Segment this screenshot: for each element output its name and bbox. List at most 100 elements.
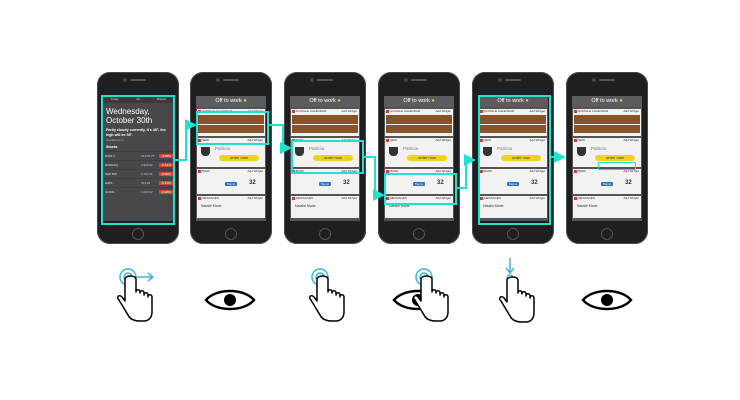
phone-6: Off to work ● GOOGLE CALENDAR Add Widget … — [566, 72, 648, 244]
speaker — [130, 79, 146, 81]
calendar-header: GOOGLE CALENDAR Add Widget — [385, 109, 453, 114]
screen-title-text: Off to work — [309, 98, 336, 104]
speaker — [599, 79, 615, 81]
calendar-event[interactable] — [386, 115, 452, 124]
calendar-label: GOOGLE CALENDAR — [578, 109, 609, 113]
calendar-label: GOOGLE CALENDAR — [296, 109, 327, 113]
highlight-cafe-widget — [291, 140, 364, 174]
messages-widget[interactable]: MESSAGES Add Widget Natalie Marie — [291, 196, 359, 218]
screen-title: Off to work ● — [290, 96, 360, 107]
cafe-name: Patricia — [591, 146, 607, 151]
calendar-widget[interactable]: GOOGLE CALENDAR Add Widget — [385, 109, 453, 136]
cafe-header: NEW Add Widget — [385, 138, 453, 143]
camera — [498, 78, 502, 82]
coffee-cup-icon — [201, 147, 210, 156]
add-widget-link[interactable]: Add Widget — [247, 169, 263, 174]
cafe-widget[interactable]: NEW Add Widget Patricia order now — [385, 138, 453, 167]
add-widget-link[interactable]: Add Widget — [623, 109, 639, 114]
phone-2: Off to work ● GOOGLE CALENDAR Add Widget … — [190, 72, 272, 244]
add-widget-link[interactable]: Add Widget — [435, 138, 451, 143]
hand-tap-icon — [413, 268, 449, 322]
home-button[interactable] — [132, 228, 144, 240]
screen-title: Off to work ● — [384, 96, 454, 107]
screen-title-text: Off to work — [591, 98, 618, 104]
calendar-event[interactable] — [386, 125, 452, 133]
camera — [310, 78, 314, 82]
amount-value: 32 — [343, 180, 350, 186]
contact-name: Natalie Marie — [295, 204, 316, 208]
calendar-event[interactable] — [292, 115, 358, 124]
highlight-calendar-widget — [196, 111, 269, 145]
amount-value: 32 — [625, 180, 632, 186]
payment-label: BANK — [202, 169, 211, 173]
home-button[interactable] — [601, 228, 613, 240]
messages-header: MESSAGES Add Widget — [197, 196, 265, 201]
amount-value: 32 — [249, 180, 256, 186]
add-widget-link[interactable]: Add Widget — [435, 109, 451, 114]
lightbulb-icon: ● — [619, 98, 623, 104]
speaker — [317, 79, 333, 81]
calendar-event[interactable] — [574, 115, 640, 124]
tap-to-pay-button[interactable]: Tap to — [225, 182, 237, 186]
speaker — [223, 79, 239, 81]
tap-to-pay-button[interactable]: Tap to — [319, 182, 331, 186]
hand-swipe-down-icon — [499, 258, 535, 323]
camera — [592, 78, 596, 82]
order-now-button[interactable]: order now — [219, 155, 259, 161]
highlight-payment-widget — [384, 173, 457, 205]
add-widget-link[interactable]: Add Widget — [341, 109, 357, 114]
calendar-header: GOOGLE CALENDAR Add Widget — [573, 109, 641, 114]
calendar-widget[interactable]: GOOGLE CALENDAR Add Widget — [291, 109, 359, 136]
hand-tap-icon — [309, 268, 345, 322]
camera — [216, 78, 220, 82]
cafe-label: NEW — [390, 138, 397, 142]
payment-header: BANK Add Widget — [197, 169, 265, 174]
messages-label: MESSAGES — [578, 196, 595, 200]
screen-title-text: Off to work — [403, 98, 430, 104]
messages-widget[interactable]: MESSAGES Add Widget Natalie Marie — [197, 196, 265, 218]
messages-label: MESSAGES — [202, 196, 219, 200]
eye-icon — [204, 289, 256, 311]
cafe-name: Patricia — [403, 146, 419, 151]
lightbulb-icon: ● — [431, 98, 435, 104]
calendar-widget[interactable]: GOOGLE CALENDAR Add Widget — [573, 109, 641, 136]
coffee-cup-icon — [577, 147, 586, 156]
payment-widget[interactable]: BANK Add Widget Tap to 32 — [197, 169, 265, 194]
messages-widget[interactable]: MESSAGES Add Widget Natalie Marie — [573, 196, 641, 218]
add-widget-link[interactable]: Add Widget — [623, 138, 639, 143]
order-now-button[interactable]: order now — [407, 155, 447, 161]
speaker — [411, 79, 427, 81]
screen-title-text: Off to work — [215, 98, 242, 104]
highlight-whole-screen — [101, 95, 175, 225]
cafe-header: NEW Add Widget — [573, 138, 641, 143]
cafe-name: Patricia — [215, 146, 231, 151]
widget-screen: Off to work ● GOOGLE CALENDAR Add Widget … — [572, 96, 642, 221]
highlight-order-button — [598, 162, 636, 170]
payment-widget[interactable]: BANK Add Widget Tap to 32 — [573, 169, 641, 194]
home-button[interactable] — [507, 228, 519, 240]
lightbulb-icon: ● — [243, 98, 247, 104]
cafe-label: NEW — [578, 138, 585, 142]
calendar-event[interactable] — [574, 125, 640, 133]
add-widget-link[interactable]: Add Widget — [623, 196, 639, 201]
coffee-cup-icon — [389, 147, 398, 156]
calendar-event[interactable] — [292, 125, 358, 133]
messages-header: MESSAGES Add Widget — [573, 196, 641, 201]
screen-title: Off to work ● — [572, 96, 642, 107]
screen-title: Off to work ● — [196, 96, 266, 107]
home-button[interactable] — [413, 228, 425, 240]
tap-to-pay-button[interactable]: Tap to — [601, 182, 613, 186]
messages-header: MESSAGES Add Widget — [291, 196, 359, 201]
home-button[interactable] — [225, 228, 237, 240]
add-widget-link[interactable]: Add Widget — [247, 196, 263, 201]
eye-icon — [581, 289, 633, 311]
contact-name: Natalie Marie — [201, 204, 222, 208]
messages-label: MESSAGES — [296, 196, 313, 200]
order-now-button[interactable]: order now — [595, 155, 635, 161]
camera — [404, 78, 408, 82]
home-button[interactable] — [319, 228, 331, 240]
phone-4: Off to work ● GOOGLE CALENDAR Add Widget … — [378, 72, 460, 244]
hand-swipe-right-icon — [117, 268, 155, 322]
payment-label: BANK — [578, 169, 587, 173]
add-widget-link[interactable]: Add Widget — [341, 196, 357, 201]
